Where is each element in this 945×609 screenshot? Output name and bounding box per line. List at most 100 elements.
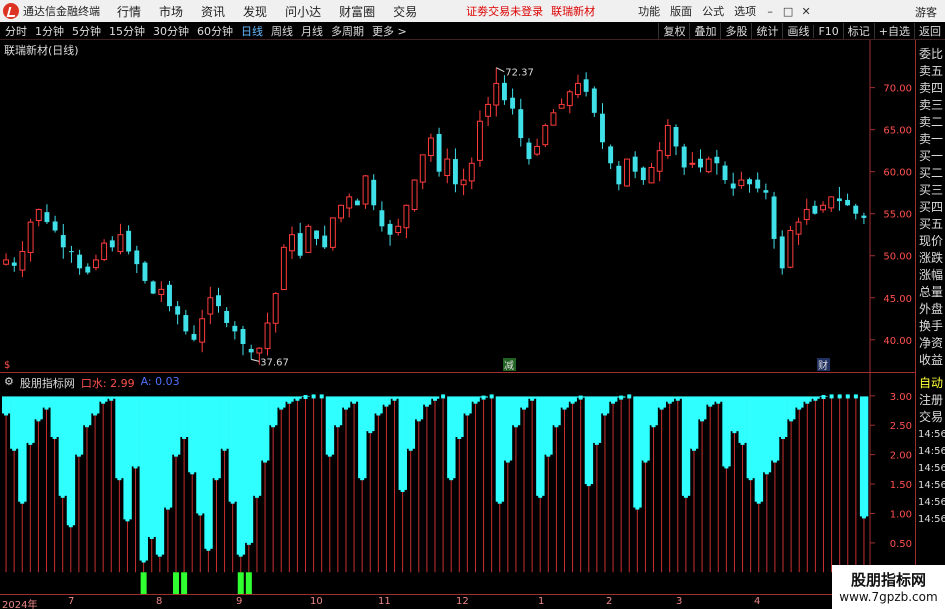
period-5min[interactable]: 5分钟: [69, 23, 104, 39]
period-weekly[interactable]: 周线: [268, 23, 296, 39]
indicator-cyan-fill: [91, 396, 100, 414]
indicator-point: [700, 417, 705, 422]
date-label: 2: [606, 596, 613, 607]
watermark-line2: www.7gpzb.com: [839, 590, 938, 604]
candle-body-down: [436, 133, 442, 172]
candle-body-up: [656, 150, 663, 172]
indicator-cyan-fill: [220, 396, 229, 449]
indicator-cyan-fill: [260, 396, 270, 461]
candle-body-up: [624, 158, 630, 187]
candle-body-up: [493, 82, 500, 106]
candle-body-up: [664, 124, 671, 156]
candle-body-down: [248, 348, 254, 353]
candle-body-down: [109, 240, 115, 248]
menu-xuanxiang[interactable]: 选项: [734, 3, 756, 19]
app-logo-icon: [3, 3, 19, 19]
period-30min[interactable]: 30分钟: [150, 23, 192, 39]
indicator-point: [562, 405, 567, 410]
menu-faxian[interactable]: 发现: [243, 3, 267, 20]
menu-caifuquan[interactable]: 财富圈: [339, 3, 375, 20]
watermark-line1: 股朋指标网: [850, 571, 926, 589]
indicator-point: [392, 396, 397, 401]
indicator-cyan-fill: [698, 396, 707, 420]
menu-jiaoyi[interactable]: 交易: [393, 3, 417, 20]
quote-buy3: 买三: [919, 183, 944, 197]
minimize-icon[interactable]: –: [761, 5, 779, 18]
candle-body-up: [395, 225, 402, 234]
menu-hangqing[interactable]: 行情: [117, 3, 141, 20]
trade-login-notice[interactable]: 证劵交易未登录: [466, 3, 543, 19]
candle-body-down: [44, 212, 50, 223]
tool-duogu[interactable]: 多股: [720, 23, 751, 39]
candle-body-down: [452, 159, 458, 185]
indicator-point: [311, 394, 316, 399]
menu-gongneng[interactable]: 功能: [638, 3, 660, 19]
indicator-point: [157, 552, 162, 557]
tool-zixuan[interactable]: +自选: [873, 23, 914, 39]
indicator-point: [821, 395, 826, 399]
indicator-point: [602, 411, 607, 416]
tool-fuquan[interactable]: 复权: [658, 23, 689, 39]
menu-gongshi[interactable]: 公式: [702, 3, 724, 19]
indicator-point: [319, 394, 324, 399]
indicator-cyan-fill: [196, 396, 205, 514]
period-monthly[interactable]: 月线: [298, 23, 326, 39]
candle-body-up: [648, 166, 655, 184]
menu-zixun[interactable]: 资讯: [201, 3, 225, 20]
indicator-point: [764, 470, 769, 475]
candle-body-up: [256, 347, 263, 354]
tick-time: 14:56: [918, 514, 945, 525]
indicator-point: [651, 423, 656, 428]
close-icon[interactable]: ✕: [797, 5, 815, 18]
indicator-point: [627, 394, 632, 399]
guest-login[interactable]: 游客: [915, 4, 937, 20]
indicator-cyan-fill: [34, 396, 43, 420]
indicator-green-signal: [173, 572, 180, 609]
indicator-green-signal: [140, 572, 147, 608]
maximize-icon[interactable]: □: [779, 5, 797, 18]
panel-auto[interactable]: 自动: [916, 375, 945, 392]
period-1min[interactable]: 1分钟: [32, 23, 67, 39]
indicator-name[interactable]: 股朋指标网: [20, 375, 75, 391]
kline-svg: 40.00 45.00 50.00 55.00 60.00 65.00 70.00 72.37…: [3, 40, 912, 372]
panel-trade[interactable]: 交易: [916, 409, 945, 426]
tool-biaoji[interactable]: 标记: [842, 23, 874, 39]
main-kline-chart[interactable]: 40.00 45.00 50.00 55.00 60.00 65.00 70.00 72.37…: [0, 40, 915, 372]
period-15min[interactable]: 15分钟: [106, 23, 148, 39]
tool-tongji[interactable]: 统计: [751, 23, 782, 39]
tool-diejia[interactable]: 叠加: [689, 23, 720, 39]
candle-body-down: [297, 233, 303, 256]
candle-body-up: [550, 112, 557, 126]
candle-body-down: [52, 221, 58, 231]
indicator-point: [133, 464, 138, 469]
candle-body-up: [101, 242, 108, 260]
candle-body-down: [150, 281, 156, 294]
candle-body-up: [19, 251, 26, 271]
candle-body-down: [322, 235, 328, 248]
indicator-point: [343, 405, 348, 410]
period-multi[interactable]: 多周期: [328, 23, 367, 39]
period-60min[interactable]: 60分钟: [194, 23, 236, 39]
panel-register[interactable]: 注册: [916, 392, 945, 409]
indicator-point: [230, 499, 235, 504]
candle-body-up: [35, 209, 42, 222]
indicator-chart[interactable]: 0.000.501.001.502.002.503.00 ⚙ 股朋指标网 口水:…: [0, 372, 915, 609]
quote-volume: 总量: [919, 285, 944, 299]
tool-fanhui[interactable]: 返回: [914, 23, 945, 39]
indicator-cyan-fill: [50, 396, 59, 437]
tool-huaxian[interactable]: 画线: [782, 23, 813, 39]
period-more[interactable]: 更多 >: [369, 23, 410, 39]
period-daily[interactable]: 日线: [238, 23, 266, 39]
period-fenshi[interactable]: 分时: [2, 23, 30, 39]
candle-body-up: [575, 82, 581, 96]
indicator-point: [675, 396, 680, 401]
menu-banmian[interactable]: 版面: [670, 3, 692, 19]
quote-price: 现价: [919, 234, 944, 248]
candle-body-down: [134, 250, 140, 265]
candle-body-down: [518, 109, 524, 139]
indicator-gear-icon[interactable]: ⚙: [4, 375, 14, 391]
tool-f10[interactable]: F10: [813, 24, 842, 38]
indicator-point: [683, 493, 688, 498]
menu-shichang[interactable]: 市场: [159, 3, 183, 20]
menu-wenxiaoda[interactable]: 问小达: [285, 3, 321, 20]
